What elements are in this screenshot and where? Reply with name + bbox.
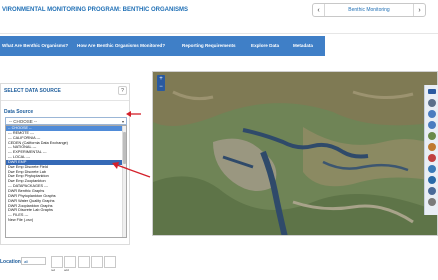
pan-icon[interactable]	[428, 132, 436, 140]
dropdown-options: -- CHOOSE -- --- REMOTE --- --- CALIFORNIA…	[6, 126, 126, 223]
draw-tool-label: ted	[51, 268, 56, 272]
globe-icon[interactable]	[428, 176, 436, 184]
zoom-out-button[interactable]: −	[157, 83, 165, 91]
toolbar-collapse-icon[interactable]	[428, 89, 436, 94]
prev-program-button[interactable]: ‹	[313, 4, 325, 16]
page-title: VIRONMENTAL MONITORING PROGRAM: BENTHIC …	[2, 7, 188, 13]
nav-explore-data[interactable]: Explore Data	[251, 43, 279, 48]
erase-icon[interactable]	[428, 154, 436, 162]
arrow-to-option	[112, 162, 151, 178]
zoom-out-tool-icon[interactable]	[428, 121, 436, 129]
add-tool-label: add	[64, 268, 70, 272]
help-button[interactable]: ?	[118, 86, 127, 95]
save-tool-button[interactable]	[104, 256, 116, 268]
zoom-control: + −	[157, 75, 165, 91]
next-program-button[interactable]: ›	[413, 4, 425, 16]
nav-metadata[interactable]: Metadata	[293, 43, 313, 48]
refresh-tool-button[interactable]	[78, 256, 90, 268]
data-source-select-value: -- CHOOSE --	[9, 119, 37, 124]
map-toolbar	[424, 85, 438, 215]
pointer-icon[interactable]	[428, 99, 436, 107]
location-select[interactable]: all	[21, 257, 46, 265]
zoom-in-button[interactable]: +	[157, 75, 165, 83]
map-imagery	[153, 72, 437, 235]
chevron-down-icon: ▾	[121, 119, 124, 124]
dropdown-option[interactable]: New File (.csv)	[6, 218, 126, 223]
location-select-value: all	[24, 259, 29, 264]
zoom-in-tool-icon[interactable]	[428, 110, 436, 118]
arrow-to-select	[126, 111, 141, 117]
nav-what-are-benthic[interactable]: What Are Benthic Organisms?	[2, 43, 68, 48]
visibility-tool-button[interactable]	[91, 256, 103, 268]
header: VIRONMENTAL MONITORING PROGRAM: BENTHIC …	[0, 0, 438, 34]
refresh-icon[interactable]	[428, 165, 436, 173]
dropdown-scrollbar[interactable]	[122, 126, 126, 237]
data-source-dropdown: -- CHOOSE -- --- REMOTE --- --- CALIFORNIA…	[5, 125, 127, 238]
data-source-select[interactable]: -- CHOOSE -- ▾	[5, 117, 127, 125]
program-pager-label[interactable]: Benthic Monitoring	[325, 7, 413, 13]
layers-icon[interactable]	[428, 187, 436, 195]
panel-divider	[1, 100, 129, 101]
program-pager: ‹ Benthic Monitoring ›	[312, 3, 426, 17]
location-label: Location	[0, 259, 21, 265]
page: VIRONMENTAL MONITORING PROGRAM: BENTHIC …	[0, 0, 438, 280]
satellite-map[interactable]: + −	[152, 71, 438, 236]
pencil-icon[interactable]	[428, 143, 436, 151]
panel-title: SELECT DATA SOURCE	[4, 88, 61, 94]
main-nav: What Are Benthic Organisms? How Are Bent…	[0, 36, 325, 56]
settings-icon[interactable]	[428, 198, 436, 206]
nav-reporting[interactable]: Reporting Requirements	[182, 43, 236, 48]
nav-how-monitored[interactable]: How Are Benthic Organisms Monitored?	[77, 43, 165, 48]
data-source-label: Data Source	[4, 109, 34, 115]
add-tool-button[interactable]	[64, 256, 76, 268]
scrollbar-thumb[interactable]	[123, 132, 126, 164]
draw-tool-button[interactable]	[51, 256, 63, 268]
